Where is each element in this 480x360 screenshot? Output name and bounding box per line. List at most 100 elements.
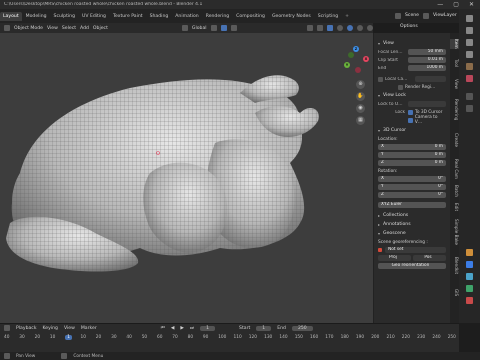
maximize-icon[interactable]: ▢ <box>453 1 459 8</box>
particles-icon[interactable] <box>466 273 473 280</box>
cursor-rot-z-field[interactable]: Z 0° <box>378 192 446 198</box>
tab-scripting[interactable]: Scripting <box>315 12 341 21</box>
geoscene-section-header[interactable]: ▾ Geoscene <box>374 229 450 238</box>
camera-to-view-checkbox[interactable] <box>407 117 413 123</box>
texture-icon[interactable] <box>466 105 473 112</box>
grid-icon[interactable]: ▦ <box>356 116 365 125</box>
add-workspace-button[interactable]: + <box>342 12 352 21</box>
cursor-z-field[interactable]: Z 0 m <box>378 160 446 166</box>
shading-wire-icon[interactable] <box>337 25 343 31</box>
cursor-rot-y-field[interactable]: Y 0° <box>378 184 446 190</box>
end-frame-field[interactable]: 250 <box>291 325 313 331</box>
tab-sculpting[interactable]: Sculpting <box>51 12 78 21</box>
tab-rendering[interactable]: Rendering <box>203 12 232 21</box>
proportional-icon[interactable] <box>230 25 237 31</box>
physics-icon[interactable] <box>466 285 473 292</box>
shading-material-icon[interactable] <box>357 25 363 31</box>
shading-render-icon[interactable] <box>367 25 373 31</box>
view-lock-section-header[interactable]: ▾ View Lock <box>374 91 450 100</box>
proj-field[interactable]: Proj <box>378 255 411 261</box>
play-icon[interactable]: ▶ <box>180 326 184 331</box>
timeline-editor-icon[interactable] <box>4 325 10 331</box>
tab-layout[interactable]: Layout <box>0 11 22 21</box>
z-axis-icon[interactable]: Z <box>353 46 359 52</box>
modifier-icon[interactable] <box>466 261 473 268</box>
tab-geometry-nodes[interactable]: Geometry Nodes <box>269 12 314 21</box>
scene-props-icon[interactable] <box>466 63 473 70</box>
local-camera-field[interactable] <box>415 76 446 82</box>
view-layer-icon[interactable] <box>466 51 473 58</box>
local-camera-checkbox[interactable] <box>378 76 383 82</box>
tab-compositing[interactable]: Compositing <box>233 12 268 21</box>
clip-start-field[interactable]: 0.01 m <box>408 57 446 63</box>
scene-selector[interactable]: Scene ViewLayer <box>395 10 457 21</box>
xray-icon[interactable] <box>327 25 333 31</box>
sidebar-tab-rendering[interactable]: Rendering <box>450 99 459 120</box>
jump-start-icon[interactable]: ⏮ <box>161 325 165 331</box>
collection-icon[interactable] <box>466 93 473 100</box>
menu-marker[interactable]: Marker <box>81 326 97 331</box>
cursor-x-field[interactable]: X 0 m <box>378 144 446 150</box>
pan-icon[interactable]: ✋ <box>356 92 365 101</box>
material-icon[interactable] <box>466 297 473 304</box>
menu-playback[interactable]: Playback <box>16 326 37 331</box>
neg-y-axis-icon[interactable] <box>348 52 354 58</box>
crs-select[interactable]: Not set <box>385 247 446 253</box>
sidebar-tab-tool[interactable]: Tool <box>450 59 459 67</box>
tab-animation[interactable]: Animation <box>172 12 201 21</box>
3d-cursor-section-header[interactable]: ▾ 3D Cursor <box>374 126 450 135</box>
3d-viewport[interactable] <box>0 33 373 323</box>
sidebar-tab-batch[interactable]: Batch <box>450 185 459 197</box>
play-reverse-icon[interactable]: ◀ <box>171 326 175 331</box>
sidebar-tab-item[interactable]: Item <box>450 39 459 49</box>
navigation-gizmo[interactable]: Z X Y <box>342 46 370 74</box>
view-section-header[interactable]: ▾ View <box>374 39 450 48</box>
menu-view[interactable]: View <box>64 326 75 331</box>
sidebar-tab-simple-bake[interactable]: Simple Bake <box>450 219 459 245</box>
object-props-icon[interactable] <box>466 249 473 256</box>
y-axis-icon[interactable]: Y <box>344 62 350 68</box>
sidebar-tab-real-cam[interactable]: Real Cam <box>450 159 459 179</box>
render-region-checkbox[interactable] <box>398 84 403 90</box>
sidebar-tab-gis[interactable]: GIS <box>450 289 459 296</box>
focal-length-field[interactable]: 50 mm <box>408 49 446 55</box>
scene-name[interactable]: Scene <box>405 13 419 18</box>
menu-add[interactable]: Add <box>80 26 89 31</box>
to-3d-cursor-checkbox[interactable] <box>408 109 413 115</box>
view-layer-name[interactable]: ViewLayer <box>433 13 457 18</box>
minimize-icon[interactable]: — <box>437 1 443 8</box>
menu-keying[interactable]: Keying <box>43 326 58 331</box>
collections-section-header[interactable]: ▸ Collections <box>374 211 450 220</box>
visibility-icon[interactable] <box>307 25 313 31</box>
tab-shading[interactable]: Shading <box>147 12 172 21</box>
x-axis-icon[interactable]: X <box>363 56 369 62</box>
sidebar-tab-create[interactable]: Create <box>450 133 459 147</box>
tab-uv-editing[interactable]: UV Editing <box>79 12 109 21</box>
start-frame-field[interactable]: 1 <box>256 325 272 331</box>
menu-object[interactable]: Object <box>93 26 108 31</box>
clip-end-field[interactable]: 1000 m <box>408 65 446 71</box>
pos-field[interactable]: Pos <box>413 255 446 261</box>
shading-solid-icon[interactable] <box>347 25 353 31</box>
transform-orientation-select[interactable]: Global <box>192 26 207 31</box>
rotation-mode-select[interactable]: XYZ Euler <box>378 202 446 208</box>
zoom-icon[interactable]: ⊕ <box>356 80 365 89</box>
menu-select[interactable]: Select <box>62 26 76 31</box>
annotations-section-header[interactable]: ▸ Annotations <box>374 220 450 229</box>
cursor-rot-x-field[interactable]: X 0° <box>378 176 446 182</box>
menu-view[interactable]: View <box>47 26 58 31</box>
camera-view-icon[interactable]: ◉ <box>356 104 365 113</box>
sidebar-tab-blendkit[interactable]: Blendkit <box>450 257 459 274</box>
close-icon[interactable]: ✕ <box>469 1 474 8</box>
tool-icon[interactable] <box>466 15 473 22</box>
geo-reorientation-button[interactable]: Geo reorientation <box>378 263 446 269</box>
cursor-y-field[interactable]: Y 0 m <box>378 152 446 158</box>
lock-to-object-field[interactable] <box>408 101 446 107</box>
sidebar-tab-view[interactable]: View <box>450 79 459 89</box>
mode-select[interactable]: Object Mode <box>14 26 43 31</box>
frame-ruler[interactable]: 40 30 20 10 1 10 20 30 40 50 60 70 80 90 100 110 120 130 1… <box>0 335 459 343</box>
jump-end-icon[interactable]: ⏭ <box>190 325 194 331</box>
snap-icon[interactable] <box>220 25 227 31</box>
overlay-icon[interactable] <box>317 25 323 31</box>
pivot-icon[interactable] <box>210 25 217 31</box>
